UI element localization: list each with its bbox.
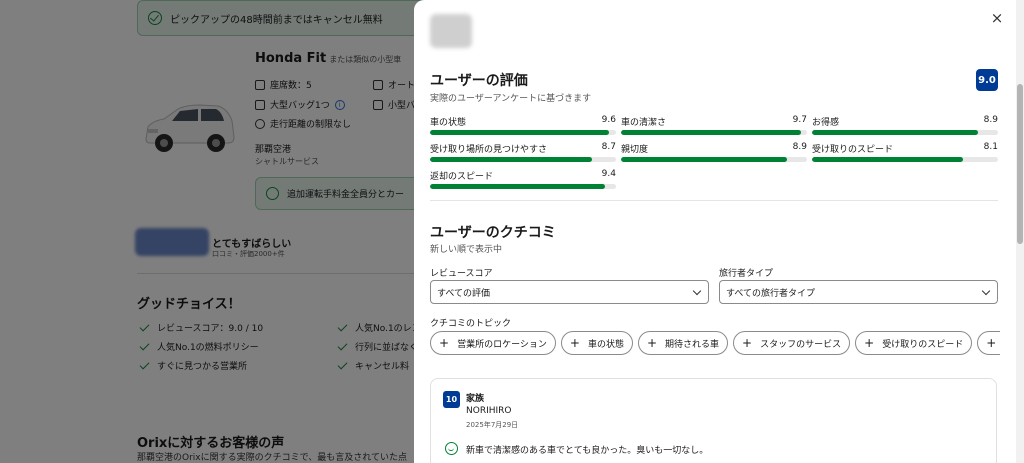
- category-bar-fill: [621, 130, 802, 135]
- rating-category: 車の清潔さ 9.7: [621, 115, 807, 141]
- topic-chip[interactable]: + スタッフのサービス: [733, 331, 851, 355]
- traveler-filter-value: すべての旅行者タイプ: [726, 288, 816, 299]
- category-score: 8.7: [601, 142, 616, 152]
- close-icon[interactable]: ×: [990, 11, 1004, 26]
- category-score: 9.4: [601, 169, 616, 179]
- score-filter-label: レビュースコア: [430, 269, 493, 279]
- review-score-badge: 10: [443, 391, 460, 408]
- scrollbar-thumb[interactable]: [1017, 84, 1023, 244]
- review-card: 10 家族 NORIHIRO 2025年7月29日 新車で清潔感のある車でとても…: [430, 378, 997, 463]
- rating-category: 親切度 8.9: [621, 142, 807, 168]
- plus-icon: +: [569, 336, 580, 350]
- smile-icon: [445, 442, 458, 455]
- category-label: 親切度: [621, 145, 649, 155]
- traveler-type: 家族: [466, 394, 485, 404]
- rating-category: 受け取りのスピード 8.1: [812, 142, 998, 168]
- supplier-logo: [430, 14, 472, 48]
- category-bar: [430, 184, 616, 189]
- category-bar-fill: [430, 157, 592, 162]
- score-filter-value: すべての評価: [437, 288, 491, 299]
- rating-category: 受け取り場所の見つけやすさ 8.7: [430, 142, 616, 168]
- category-score: 8.1: [983, 142, 998, 152]
- modal-scrollbar[interactable]: [1016, 0, 1024, 463]
- category-bar-fill: [812, 157, 963, 162]
- topic-chips: + 営業所のロケーション + 車の状態 + 期待される車 + スタッフのサービス + 受け取りのス…: [430, 331, 1000, 355]
- category-label: 受け取り場所の見つけやすさ: [430, 145, 548, 155]
- category-score: 9.6: [601, 115, 616, 125]
- topic-chip[interactable]: + 期待される車: [637, 331, 729, 355]
- user-reviews-subtitle: 新しい順で表示中: [430, 245, 503, 255]
- category-label: 受け取りのスピード: [812, 145, 894, 155]
- category-bar-fill: [812, 130, 978, 135]
- chevron-down-icon: [692, 286, 702, 296]
- plus-icon: +: [986, 336, 997, 350]
- chevron-down-icon: [981, 286, 991, 296]
- rating-category: 返却のスピード 9.4: [430, 169, 616, 195]
- category-score: 8.9: [792, 142, 807, 152]
- review-positive-text: 新車で清潔感のある車でとても良かった。臭いも一切なし。: [466, 446, 709, 456]
- topics-label: クチコミのトピック: [430, 319, 512, 329]
- category-bar: [430, 130, 616, 135]
- plus-icon: +: [864, 336, 875, 350]
- category-score: 9.7: [792, 115, 807, 125]
- plus-icon: +: [646, 336, 658, 350]
- user-reviews-title: ユーザーのクチコミ: [430, 225, 556, 241]
- topic-chip[interactable]: + 営業所のロケーション: [430, 331, 556, 355]
- review-date: 2025年7月29日: [466, 421, 519, 429]
- category-bar: [812, 130, 998, 135]
- reviewer-name: NORIHIRO: [466, 406, 512, 416]
- plus-icon: +: [742, 336, 753, 350]
- overall-score-badge: 9.0: [976, 69, 998, 91]
- category-bar-fill: [430, 184, 605, 189]
- reviews-modal: × ユーザーの評価 実際のユーザーアンケートに基づきます 9.0 車の状態 9.…: [414, 0, 1024, 463]
- topic-chip[interactable]: + 受け取りのスピード: [855, 331, 973, 355]
- topic-chip[interactable]: + 車の状態: [560, 331, 633, 355]
- category-label: 車の状態: [430, 118, 467, 128]
- plus-icon: +: [439, 336, 450, 350]
- category-bar: [621, 157, 807, 162]
- category-label: 車の清潔さ: [621, 118, 667, 128]
- category-bar: [621, 130, 807, 135]
- rating-category: 車の状態 9.6: [430, 115, 616, 141]
- score-filter-select[interactable]: すべての評価: [430, 280, 709, 304]
- category-bar: [430, 157, 616, 162]
- rating-category: お得感 8.9: [812, 115, 998, 141]
- category-bar-fill: [621, 157, 787, 162]
- category-label: お得感: [812, 118, 840, 128]
- traveler-filter-select[interactable]: すべての旅行者タイプ: [719, 280, 998, 304]
- topic-chip[interactable]: +返: [977, 331, 1000, 355]
- traveler-filter-label: 旅行者タイプ: [719, 269, 774, 279]
- category-score: 8.9: [983, 115, 998, 125]
- user-rating-subtitle: 実際のユーザーアンケートに基づきます: [430, 94, 592, 104]
- category-bar-fill: [430, 130, 609, 135]
- divider: [430, 200, 998, 201]
- category-label: 返却のスピード: [430, 172, 494, 182]
- user-rating-title: ユーザーの評価: [430, 73, 528, 89]
- category-bar: [812, 157, 998, 162]
